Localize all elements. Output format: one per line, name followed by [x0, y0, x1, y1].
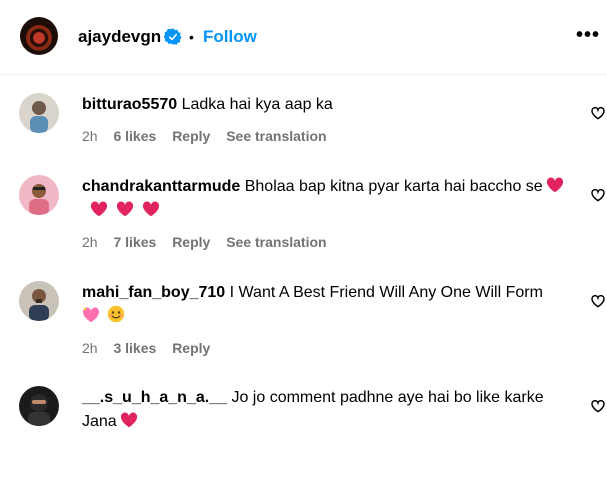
reply-button[interactable]: Reply	[172, 340, 210, 356]
comment-body: bitturao5570 Ladka hai kya aap ka	[82, 93, 572, 117]
comment-text: Bholaa bap kitna pyar karta hai baccho s…	[244, 178, 543, 195]
post-header: ajaydevgn • Follow •••	[0, 0, 607, 75]
reply-button[interactable]: Reply	[172, 234, 210, 250]
profile-username[interactable]: ajaydevgn	[78, 27, 161, 47]
avatar[interactable]	[19, 175, 59, 215]
comment-username[interactable]: __.s_u_h_a_n_a.__	[82, 389, 227, 406]
comment-meta: 2h 6 likes Reply See translation	[82, 127, 339, 145]
heart-outline-icon[interactable]	[590, 398, 606, 414]
profile-avatar[interactable]	[20, 17, 58, 55]
heart-outline-icon[interactable]	[590, 293, 606, 309]
comment-item: __.s_u_h_a_n_a.__ Jo jo comment padhne a…	[0, 386, 607, 490]
see-translation-button[interactable]: See translation	[226, 128, 326, 144]
likes-count[interactable]: 3 likes	[113, 340, 156, 356]
comment-item: chandrakanttarmude Bholaa bap kitna pyar…	[0, 175, 607, 279]
comment-text: I Want A Best Friend Will Any One Will F…	[229, 284, 543, 301]
comment-username[interactable]: chandrakanttarmude	[82, 178, 240, 195]
avatar[interactable]	[19, 281, 59, 321]
heart-outline-icon[interactable]	[590, 187, 606, 203]
comment-body: mahi_fan_boy_710 I Want A Best Friend Wi…	[82, 281, 572, 329]
avatar[interactable]	[19, 386, 59, 426]
reply-button[interactable]: Reply	[172, 128, 210, 144]
comment-username[interactable]: mahi_fan_boy_710	[82, 284, 225, 301]
comment-body: chandrakanttarmude Bholaa bap kitna pyar…	[82, 175, 572, 223]
comment-time: 2h	[82, 234, 98, 250]
sparkling-heart-emoji	[82, 307, 100, 325]
likes-count[interactable]: 6 likes	[113, 128, 156, 144]
comment-item: mahi_fan_boy_710 I Want A Best Friend Wi…	[0, 281, 607, 385]
comment-meta: 2h 7 likes Reply See translation	[82, 233, 339, 251]
comment-time: 2h	[82, 128, 98, 144]
follow-button[interactable]: Follow	[203, 27, 257, 47]
red-heart-emoji	[117, 412, 138, 430]
comment-meta: 2h 3 likes Reply	[82, 339, 222, 357]
comment-body: __.s_u_h_a_n_a.__ Jo jo comment padhne a…	[82, 386, 572, 434]
likes-count[interactable]: 7 likes	[113, 234, 156, 250]
more-options-icon[interactable]: •••	[576, 25, 599, 47]
verified-badge-icon	[164, 28, 182, 45]
avatar[interactable]	[19, 93, 59, 133]
smiling-face-emoji	[104, 305, 125, 325]
comment-time: 2h	[82, 340, 98, 356]
see-translation-button[interactable]: See translation	[226, 234, 326, 250]
separator-dot: •	[189, 29, 194, 45]
comment-text: Ladka hai kya aap ka	[181, 96, 333, 113]
comment-username[interactable]: bitturao5570	[82, 96, 177, 113]
heart-outline-icon[interactable]	[590, 105, 606, 121]
